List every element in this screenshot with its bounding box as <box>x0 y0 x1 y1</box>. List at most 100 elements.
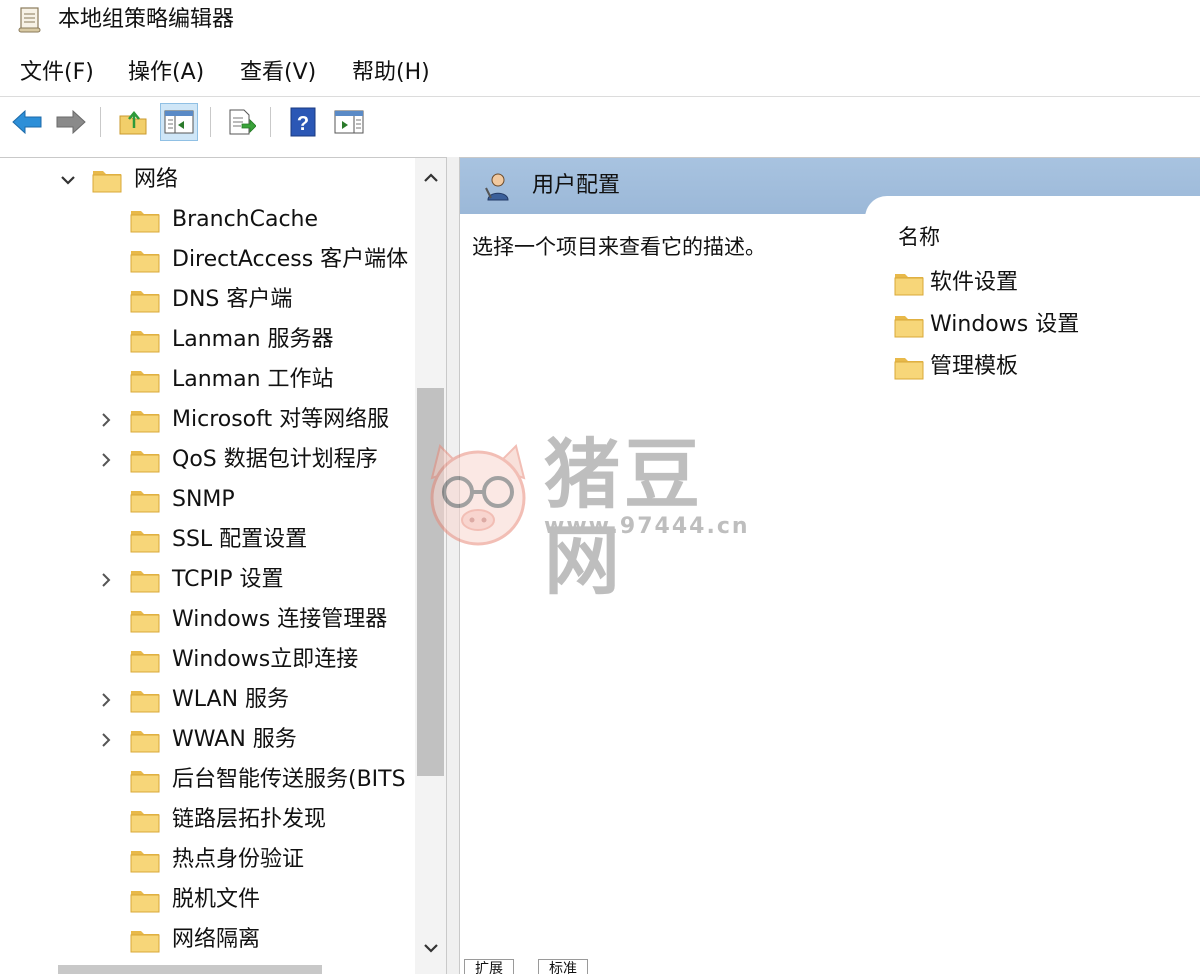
tree-item-label: DirectAccess 客户端体 <box>172 247 409 272</box>
show-hide-action-pane-button[interactable] <box>330 103 368 141</box>
view-tabs: 扩展 标准 <box>460 955 1200 974</box>
folder-icon <box>130 887 160 913</box>
up-one-level-button[interactable] <box>114 103 152 141</box>
back-button[interactable] <box>8 103 46 141</box>
back-arrow-icon <box>12 109 42 135</box>
tree-item-label: SNMP <box>172 487 235 512</box>
tree-item-label: 热点身份验证 <box>172 847 305 872</box>
tree-vertical-scrollbar[interactable] <box>415 158 446 974</box>
scroll-up-arrow-icon[interactable] <box>421 168 441 188</box>
tree-item[interactable]: 后台智能传送服务(BITS <box>0 760 415 800</box>
tree-item-label: Windows 连接管理器 <box>172 607 388 632</box>
tree-item-label: 网络 <box>134 167 179 192</box>
tree-item[interactable]: 链路层拓扑发现 <box>0 800 415 840</box>
tree-item[interactable]: Lanman 工作站 <box>0 360 415 400</box>
chevron-right-icon[interactable] <box>96 410 116 430</box>
tab-standard[interactable]: 标准 <box>538 959 588 974</box>
scrollbar-thumb[interactable] <box>417 388 444 776</box>
tree-item-label: Lanman 工作站 <box>172 367 334 392</box>
column-header-name[interactable]: 名称 <box>898 222 940 252</box>
folder-icon <box>130 687 160 713</box>
scroll-down-arrow-icon[interactable] <box>421 938 441 958</box>
folder-icon <box>130 647 160 673</box>
folder-icon <box>894 312 924 338</box>
user-config-icon <box>485 173 509 201</box>
toolbar-separator <box>270 107 271 137</box>
tree-item-label: Microsoft 对等网络服 <box>172 407 390 432</box>
toolbar-separator <box>100 107 101 137</box>
folder-icon <box>130 607 160 633</box>
folder-icon <box>130 247 160 273</box>
export-list-icon <box>229 109 256 135</box>
tree-item[interactable]: Microsoft 对等网络服 <box>0 400 415 440</box>
pane-splitter[interactable] <box>447 157 459 974</box>
horizontal-scrollbar-thumb[interactable] <box>58 965 322 974</box>
console-tree-pane: 网络 BranchCache DirectAccess 客户端体 DNS 客户端 Lan… <box>0 157 447 974</box>
tree-item[interactable]: 网络隔离 <box>0 920 415 960</box>
list-item[interactable]: 软件设置 <box>894 264 1194 304</box>
folder-icon <box>130 767 160 793</box>
folder-icon <box>130 327 160 353</box>
tree-item[interactable]: SNMP <box>0 480 415 520</box>
export-list-button[interactable] <box>222 103 260 141</box>
folder-icon <box>130 807 160 833</box>
folder-icon <box>130 567 160 593</box>
folder-icon <box>130 727 160 753</box>
tree-item-label: WWAN 服务 <box>172 727 297 752</box>
tree-item[interactable]: DNS 客户端 <box>0 280 415 320</box>
tree-item[interactable]: BranchCache <box>0 200 415 240</box>
folder-icon <box>130 207 160 233</box>
list-item[interactable]: 管理模板 <box>894 348 1194 388</box>
folder-icon <box>130 847 160 873</box>
tab-extended[interactable]: 扩展 <box>464 959 514 974</box>
chevron-right-icon[interactable] <box>96 690 116 710</box>
help-button[interactable]: ? <box>284 103 322 141</box>
policy-editor-app-icon <box>18 7 41 33</box>
forward-arrow-icon <box>56 109 86 135</box>
chevron-right-icon[interactable] <box>96 730 116 750</box>
tree-item-label: TCPIP 设置 <box>172 567 284 592</box>
menu-file[interactable]: 文件(F) <box>20 58 94 88</box>
menu-help[interactable]: 帮助(H) <box>352 58 430 88</box>
show-hide-tree-icon <box>164 110 194 134</box>
window-title: 本地组策略编辑器 <box>58 7 235 32</box>
toolbar: ? <box>0 97 1200 147</box>
chevron-right-icon[interactable] <box>96 570 116 590</box>
forward-button[interactable] <box>52 103 90 141</box>
tree-item[interactable]: 网络 <box>0 160 415 200</box>
tree-item[interactable]: 热点身份验证 <box>0 840 415 880</box>
tree-item[interactable]: QoS 数据包计划程序 <box>0 440 415 480</box>
folder-icon <box>130 927 160 953</box>
tree-item[interactable]: WWAN 服务 <box>0 720 415 760</box>
tree-item-label: BranchCache <box>172 207 319 232</box>
toolbar-separator <box>210 107 211 137</box>
folder-icon <box>130 527 160 553</box>
tree-item[interactable]: SSL 配置设置 <box>0 520 415 560</box>
folder-icon <box>894 270 924 296</box>
folder-icon <box>130 447 160 473</box>
tree-item[interactable]: TCPIP 设置 <box>0 560 415 600</box>
list-item[interactable]: Windows 设置 <box>894 306 1194 346</box>
list-item-label: Windows 设置 <box>930 312 1080 337</box>
tree-item-label: 脱机文件 <box>172 887 261 912</box>
tree-item[interactable]: Windows立即连接 <box>0 640 415 680</box>
tree-item-label: DNS 客户端 <box>172 287 293 312</box>
tree-item[interactable]: DirectAccess 客户端体 <box>0 240 415 280</box>
folder-icon <box>92 167 122 193</box>
tree-item[interactable]: Windows 连接管理器 <box>0 600 415 640</box>
show-hide-console-tree-button[interactable] <box>160 103 198 141</box>
details-pane: 用户配置 选择一个项目来查看它的描述。 名称 软件设置 Windows 设置 管… <box>459 157 1200 974</box>
title-bar: 本地组策略编辑器 <box>0 0 1200 40</box>
list-item-label: 软件设置 <box>930 270 1019 295</box>
menu-action[interactable]: 操作(A) <box>128 58 204 88</box>
tree-item[interactable]: Lanman 服务器 <box>0 320 415 360</box>
list-item-label: 管理模板 <box>930 354 1019 379</box>
tree-item[interactable]: 脱机文件 <box>0 880 415 920</box>
menu-bar: 文件(F) 操作(A) 查看(V) 帮助(H) <box>0 52 1200 96</box>
chevron-right-icon[interactable] <box>96 450 116 470</box>
tree-item[interactable]: WLAN 服务 <box>0 680 415 720</box>
chevron-down-icon[interactable] <box>58 170 78 190</box>
menu-view[interactable]: 查看(V) <box>240 58 316 88</box>
folder-icon <box>894 354 924 380</box>
help-icon: ? <box>290 107 316 137</box>
